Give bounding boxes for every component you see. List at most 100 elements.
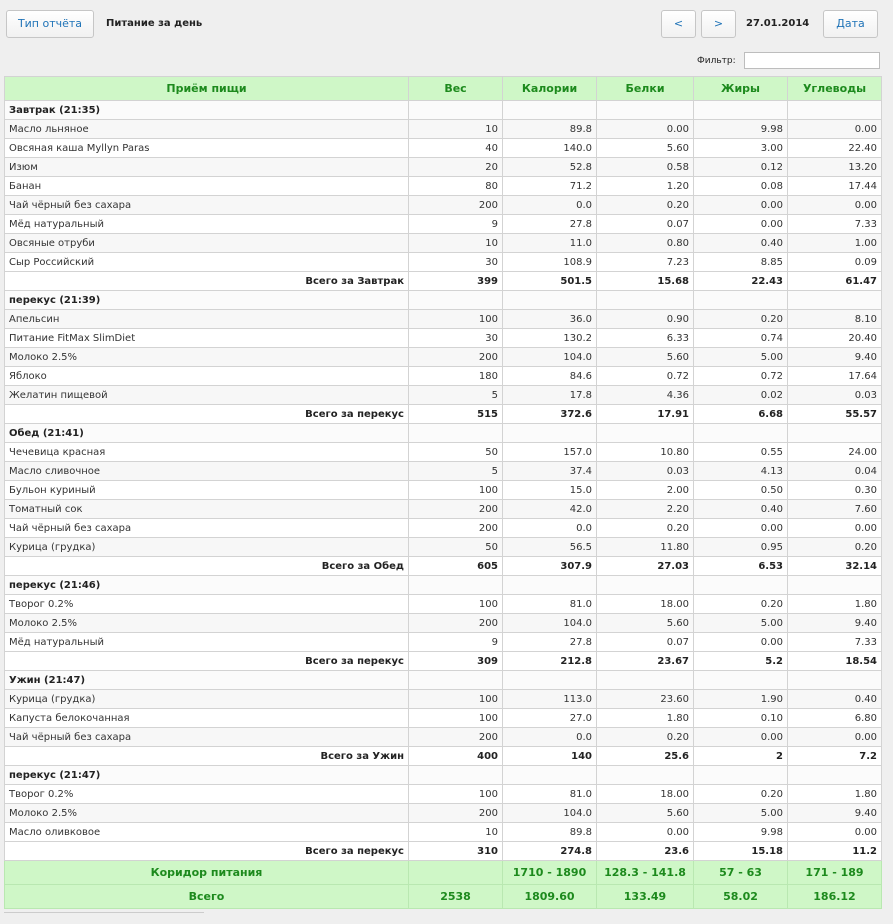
corridor-cell-calories: 1710 - 1890 xyxy=(502,860,597,885)
table-row[interactable]: Чечевица красная 50 157.0 10.80 0.55 24.00 xyxy=(4,442,882,462)
cell-name: Апельсин xyxy=(4,309,409,329)
cell-protein: 18.00 xyxy=(596,594,694,614)
table-row[interactable]: Масло льняное 10 89.8 0.00 9.98 0.00 xyxy=(4,119,882,139)
empty-cell xyxy=(408,100,503,120)
column-header-calories[interactable]: Калории xyxy=(502,76,597,101)
cell-name: Мёд натуральный xyxy=(4,214,409,234)
cell-weight: 50 xyxy=(408,537,503,557)
table-row[interactable]: Питание FitMax SlimDiet 30 130.2 6.33 0.74 20… xyxy=(4,328,882,348)
cell-carbs: 13.20 xyxy=(787,157,882,177)
table-row[interactable]: Молоко 2.5% 200 104.0 5.60 5.00 9.40 xyxy=(4,613,882,633)
column-header-fat[interactable]: Жиры xyxy=(693,76,788,101)
cell-calories: 104.0 xyxy=(502,347,597,367)
cell-protein: 0.07 xyxy=(596,214,694,234)
cell-protein: 0.58 xyxy=(596,157,694,177)
table-row[interactable]: Творог 0.2% 100 81.0 18.00 0.20 1.80 xyxy=(4,784,882,804)
corridor-cell-weight xyxy=(408,860,503,885)
meal-name: Ужин (21:47) xyxy=(4,670,409,690)
cell-carbs: 7.60 xyxy=(787,499,882,519)
meal-total-row: Всего за перекус 310 274.8 23.6 15.18 11.2 xyxy=(4,841,882,861)
cell-fat: 0.20 xyxy=(693,784,788,804)
total-cell-weight: 605 xyxy=(408,556,503,576)
table-row[interactable]: Чай чёрный без сахара 200 0.0 0.20 0.00 0.00 xyxy=(4,195,882,215)
cell-carbs: 0.03 xyxy=(787,385,882,405)
grand-total-cell-weight: 2538 xyxy=(408,884,503,909)
table-row[interactable]: Молоко 2.5% 200 104.0 5.60 5.00 9.40 xyxy=(4,347,882,367)
meal-name: перекус (21:47) xyxy=(4,765,409,785)
cell-protein: 0.90 xyxy=(596,309,694,329)
cell-calories: 56.5 xyxy=(502,537,597,557)
table-row[interactable]: Масло оливковое 10 89.8 0.00 9.98 0.00 xyxy=(4,822,882,842)
table-row[interactable]: Изюм 20 52.8 0.58 0.12 13.20 xyxy=(4,157,882,177)
table-row[interactable]: Мёд натуральный 9 27.8 0.07 0.00 7.33 xyxy=(4,214,882,234)
cell-weight: 200 xyxy=(408,195,503,215)
total-label: Всего за Обед xyxy=(4,556,409,576)
cell-name: Изюм xyxy=(4,157,409,177)
cell-fat: 8.85 xyxy=(693,252,788,272)
table-row[interactable]: Масло сливочное 5 37.4 0.03 4.13 0.04 xyxy=(4,461,882,481)
column-header-protein[interactable]: Белки xyxy=(596,76,694,101)
table-row[interactable]: Желатин пищевой 5 17.8 4.36 0.02 0.03 xyxy=(4,385,882,405)
cell-name: Мёд натуральный xyxy=(4,632,409,652)
cell-fat: 0.20 xyxy=(693,594,788,614)
cell-fat: 0.40 xyxy=(693,499,788,519)
table-row[interactable]: Капуста белокочанная 100 27.0 1.80 0.10 6.80 xyxy=(4,708,882,728)
report-type-button[interactable]: Тип отчёта xyxy=(6,10,94,38)
meal-name: Обед (21:41) xyxy=(4,423,409,443)
empty-cell xyxy=(408,423,503,443)
nutrition-corridor-row: Коридор питания 1710 - 1890 128.3 - 141.8 5… xyxy=(4,860,882,885)
table-row[interactable]: Курица (грудка) 100 113.0 23.60 1.90 0.40 xyxy=(4,689,882,709)
next-day-button[interactable]: > xyxy=(701,10,736,38)
empty-cell xyxy=(787,575,882,595)
table-row[interactable]: Банан 80 71.2 1.20 0.08 17.44 xyxy=(4,176,882,196)
column-header-meal[interactable]: Приём пищи xyxy=(4,76,409,101)
cell-fat: 1.90 xyxy=(693,689,788,709)
cell-fat: 0.00 xyxy=(693,214,788,234)
cell-name: Курица (грудка) xyxy=(4,689,409,709)
table-row[interactable]: Курица (грудка) 50 56.5 11.80 0.95 0.20 xyxy=(4,537,882,557)
empty-cell xyxy=(787,670,882,690)
cell-calories: 157.0 xyxy=(502,442,597,462)
table-row[interactable]: Творог 0.2% 100 81.0 18.00 0.20 1.80 xyxy=(4,594,882,614)
total-label: Всего за Ужин xyxy=(4,746,409,766)
total-cell-weight: 515 xyxy=(408,404,503,424)
total-cell-weight: 310 xyxy=(408,841,503,861)
empty-cell xyxy=(502,575,597,595)
cell-fat: 0.00 xyxy=(693,727,788,747)
column-header-weight[interactable]: Вес xyxy=(408,76,503,101)
current-date: 27.01.2014 xyxy=(746,18,810,29)
date-picker-button[interactable]: Дата xyxy=(823,10,878,38)
cell-carbs: 0.00 xyxy=(787,822,882,842)
cell-name: Овсяные отруби xyxy=(4,233,409,253)
cell-protein: 0.20 xyxy=(596,195,694,215)
meal-total-row: Всего за перекус 309 212.8 23.67 5.2 18.54 xyxy=(4,651,882,671)
table-row[interactable]: Молоко 2.5% 200 104.0 5.60 5.00 9.40 xyxy=(4,803,882,823)
cell-calories: 140.0 xyxy=(502,138,597,158)
table-row[interactable]: Томатный сок 200 42.0 2.20 0.40 7.60 xyxy=(4,499,882,519)
filter-input[interactable] xyxy=(744,52,880,69)
total-cell-calories: 140 xyxy=(502,746,597,766)
table-row[interactable]: Овсяные отруби 10 11.0 0.80 0.40 1.00 xyxy=(4,233,882,253)
table-row[interactable]: Апельсин 100 36.0 0.90 0.20 8.10 xyxy=(4,309,882,329)
total-cell-carbs: 11.2 xyxy=(787,841,882,861)
table-row[interactable]: Бульон куриный 100 15.0 2.00 0.50 0.30 xyxy=(4,480,882,500)
grand-total-cell-protein: 133.49 xyxy=(596,884,694,909)
empty-cell xyxy=(502,290,597,310)
table-row[interactable]: Мёд натуральный 9 27.8 0.07 0.00 7.33 xyxy=(4,632,882,652)
cell-weight: 200 xyxy=(408,347,503,367)
previous-day-button[interactable]: < xyxy=(661,10,696,38)
cell-calories: 130.2 xyxy=(502,328,597,348)
cell-protein: 5.60 xyxy=(596,613,694,633)
cell-protein: 2.20 xyxy=(596,499,694,519)
column-header-carbs[interactable]: Углеводы xyxy=(787,76,882,101)
table-row[interactable]: Чай чёрный без сахара 200 0.0 0.20 0.00 0.00 xyxy=(4,727,882,747)
total-cell-protein: 27.03 xyxy=(596,556,694,576)
meal-name: перекус (21:39) xyxy=(4,290,409,310)
total-label: Всего за перекус xyxy=(4,404,409,424)
table-row[interactable]: Овсяная каша Myllyn Paras 40 140.0 5.60 3.00… xyxy=(4,138,882,158)
table-row[interactable]: Чай чёрный без сахара 200 0.0 0.20 0.00 0.00 xyxy=(4,518,882,538)
meal-name: Завтрак (21:35) xyxy=(4,100,409,120)
table-row[interactable]: Сыр Российский 30 108.9 7.23 8.85 0.09 xyxy=(4,252,882,272)
table-row[interactable]: Яблоко 180 84.6 0.72 0.72 17.64 xyxy=(4,366,882,386)
cell-protein: 11.80 xyxy=(596,537,694,557)
